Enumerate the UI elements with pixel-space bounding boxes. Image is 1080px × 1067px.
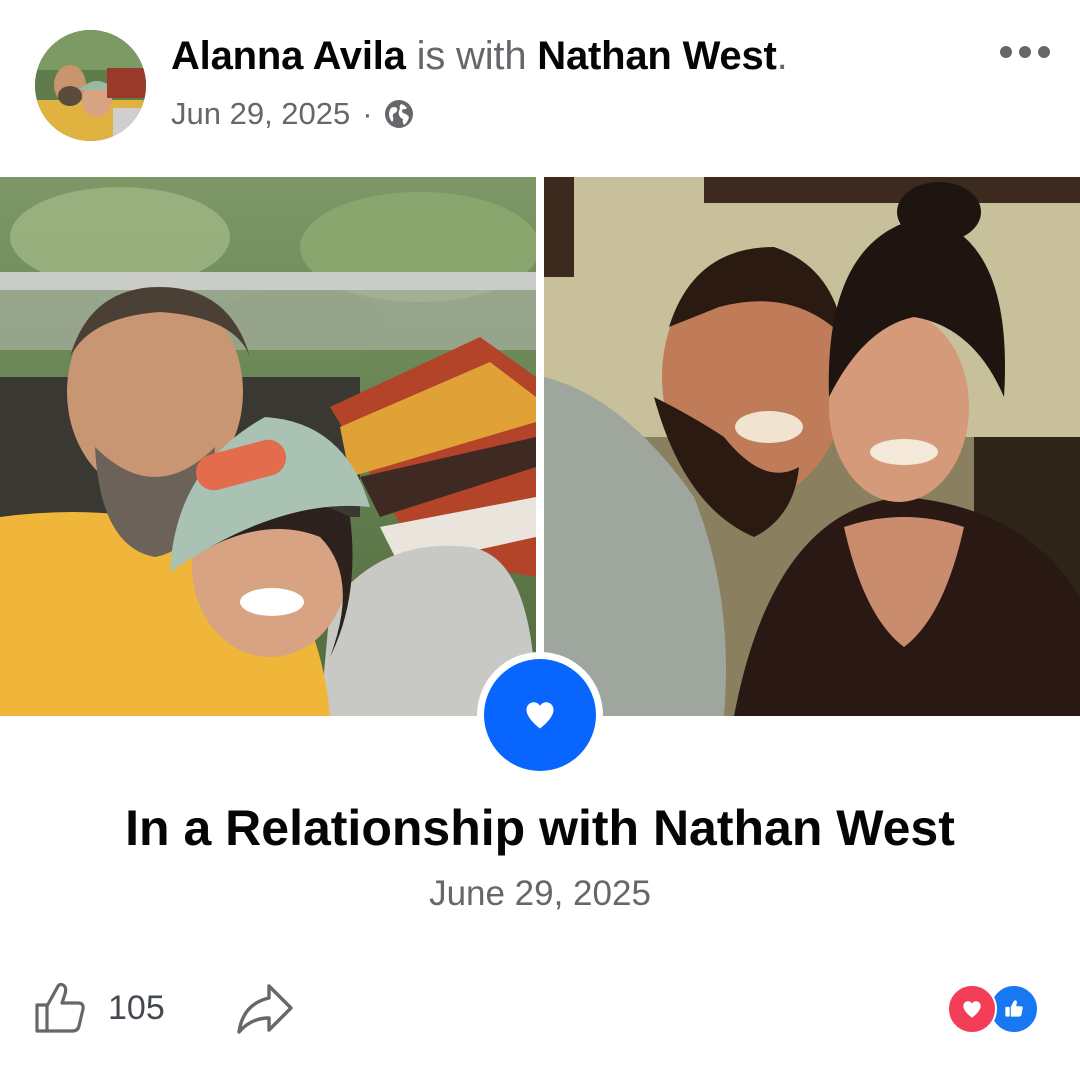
selfie-couple-outdoor-photo[interactable]	[0, 177, 536, 716]
more-dot	[1000, 46, 1012, 58]
author-name-link[interactable]: Alanna Avila	[171, 34, 406, 78]
relationship-heart-badge	[477, 652, 603, 778]
life-event-date: June 29, 2025	[429, 874, 651, 913]
life-event-title: In a Relationship with Nathan West	[125, 800, 955, 856]
post-timestamp-link[interactable]: Jun 29, 2025	[171, 92, 350, 136]
share-arrow-icon	[237, 984, 293, 1034]
author-avatar[interactable]	[35, 30, 146, 141]
couple-indoor-photo[interactable]	[544, 177, 1080, 716]
reaction-summary[interactable]	[947, 984, 1043, 1034]
post-author-line: Alanna Avila is with Nathan West.	[171, 32, 788, 80]
share-button[interactable]	[233, 978, 297, 1038]
more-dot	[1019, 46, 1031, 58]
meta-separator: ·	[362, 96, 373, 131]
like-count: 105	[108, 988, 165, 1027]
heart-icon	[526, 702, 554, 729]
globe-icon[interactable]	[383, 98, 415, 130]
photo-collage	[0, 177, 1080, 716]
like-button[interactable]: 105	[30, 976, 165, 1040]
post-meta: Jun 29, 2025 ·	[171, 92, 415, 136]
period-text: .	[776, 34, 788, 78]
heart-badge-inner	[484, 659, 596, 771]
tagged-user-link[interactable]: Nathan West	[537, 34, 777, 78]
more-dot	[1038, 46, 1050, 58]
with-text: is with	[416, 34, 527, 78]
love-reaction-icon	[947, 984, 997, 1034]
more-options-icon[interactable]	[990, 30, 1060, 74]
thumbs-up-icon	[35, 982, 85, 1033]
